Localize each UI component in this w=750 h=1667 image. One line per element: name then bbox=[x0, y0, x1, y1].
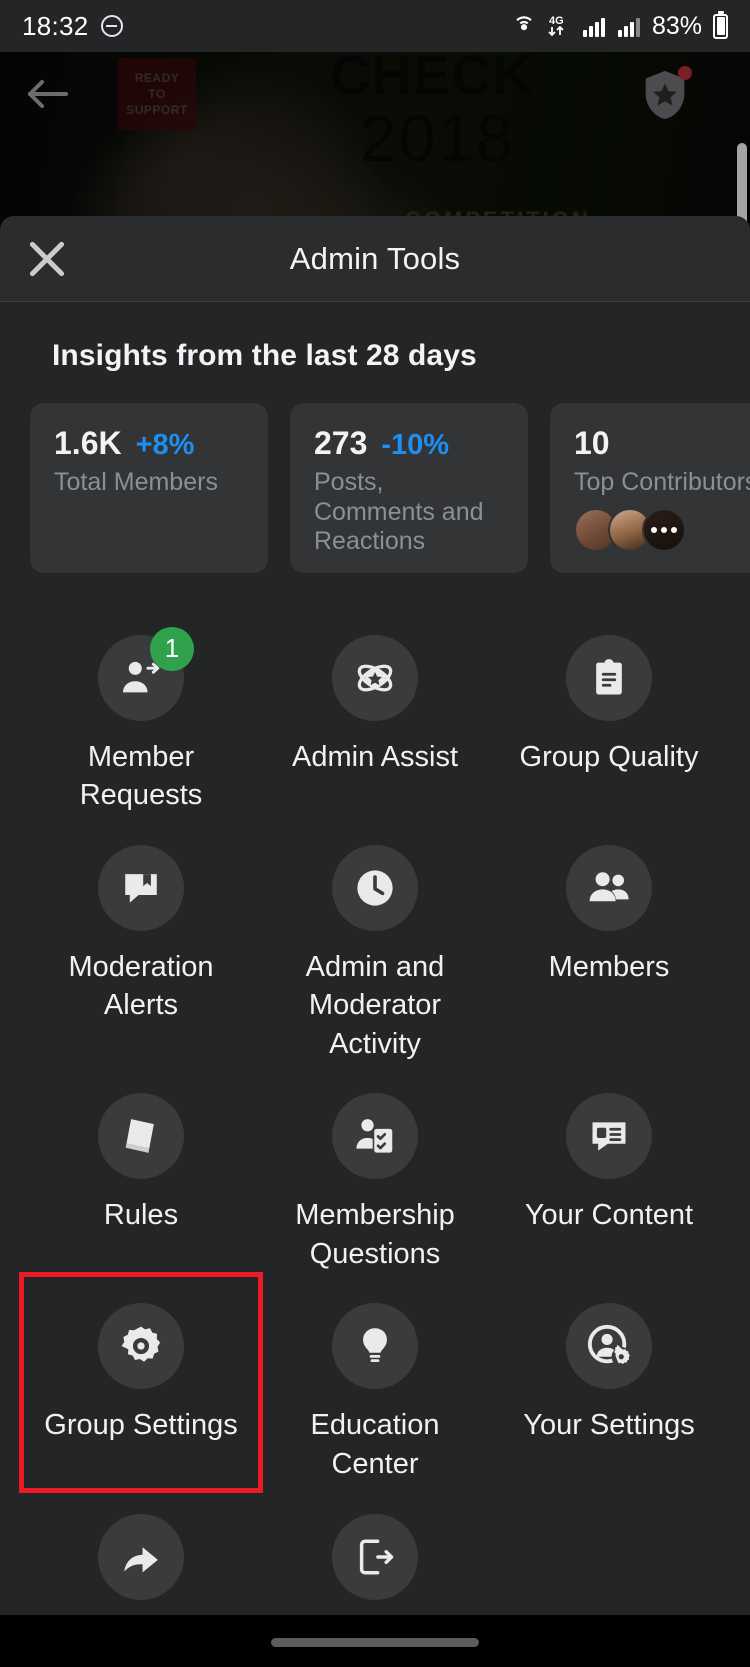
tool-moderation-alerts[interactable]: Moderation Alerts bbox=[24, 819, 258, 1068]
more-dots-icon bbox=[644, 510, 684, 550]
insight-value: 1.6K bbox=[54, 425, 122, 461]
insight-card-total-members[interactable]: 1.6K +8% Total Members bbox=[30, 403, 268, 573]
lightbulb-icon bbox=[332, 1303, 418, 1390]
tool-member-requests[interactable]: 1 Member Requests bbox=[24, 609, 258, 819]
battery-percent: 83% bbox=[651, 11, 702, 40]
admin-tools-sheet: Admin Tools Insights from the last 28 da… bbox=[0, 216, 750, 1660]
page-title: Admin Tools bbox=[289, 240, 461, 276]
person-gear-icon bbox=[566, 1303, 652, 1390]
tool-rules[interactable]: Rules bbox=[24, 1067, 258, 1277]
status-bar: 18:32 4G 83% bbox=[0, 0, 750, 52]
signal-bars-icon bbox=[582, 14, 608, 38]
insight-label: Total Members bbox=[54, 468, 218, 496]
admin-tools-grid: 1 Member Requests Admin Assist Group Qua… bbox=[0, 573, 750, 1660]
sheet-header: Admin Tools bbox=[0, 216, 750, 302]
insight-delta: -10% bbox=[381, 429, 450, 461]
insight-card-top-contributors[interactable]: 10 Top Contributors bbox=[550, 403, 750, 573]
comment-lines-icon bbox=[566, 1093, 652, 1180]
status-time: 18:32 bbox=[22, 10, 89, 41]
insight-label: Posts, Comments and Reactions bbox=[314, 468, 484, 555]
tool-label: Your Settings bbox=[523, 1409, 695, 1442]
tool-label: Members bbox=[548, 950, 670, 983]
tool-your-settings[interactable]: Your Settings bbox=[492, 1277, 726, 1487]
shield-notification-dot bbox=[678, 66, 692, 80]
insight-card-top: 273 -10% bbox=[314, 425, 506, 462]
tool-your-content[interactable]: Your Content bbox=[492, 1067, 726, 1277]
insights-heading: Insights from the last 28 days bbox=[52, 339, 477, 372]
clipboard-icon bbox=[566, 634, 652, 721]
tool-group-settings[interactable]: Group Settings bbox=[19, 1272, 263, 1493]
insight-delta: +8% bbox=[135, 429, 195, 461]
tool-label: Admin Assist bbox=[292, 740, 458, 773]
svg-text:4G: 4G bbox=[549, 15, 564, 27]
person-checklist-icon bbox=[332, 1093, 418, 1180]
tool-members[interactable]: Members bbox=[492, 819, 726, 1068]
contributor-avatars bbox=[574, 507, 750, 552]
leave-door-icon bbox=[332, 1513, 418, 1600]
tool-label: Your Content bbox=[524, 1199, 694, 1232]
insight-value: 273 bbox=[314, 425, 368, 461]
status-icons: 4G 83% bbox=[510, 10, 728, 41]
tool-admin-assist[interactable]: Admin Assist bbox=[258, 609, 492, 819]
clock-icon bbox=[332, 844, 418, 931]
tool-label: Admin and Moderator Activity bbox=[305, 950, 445, 1060]
do-not-disturb-icon bbox=[100, 15, 123, 37]
tool-education-center[interactable]: Education Center bbox=[258, 1277, 492, 1487]
tool-label: Member Requests bbox=[79, 740, 203, 812]
system-navigation-bar bbox=[0, 1615, 750, 1667]
hotspot-icon bbox=[510, 12, 538, 40]
signal-bars-secondary-icon bbox=[617, 14, 643, 38]
insight-value: 10 bbox=[574, 425, 610, 461]
insight-card-posts-comments-reactions[interactable]: 273 -10% Posts, Comments and Reactions bbox=[290, 403, 528, 573]
back-arrow-icon[interactable] bbox=[18, 70, 78, 118]
member-requests-badge: 1 bbox=[150, 626, 194, 671]
tool-label: Education Center bbox=[310, 1409, 440, 1480]
moderation-flag-icon bbox=[98, 844, 184, 931]
close-icon[interactable] bbox=[22, 234, 72, 284]
book-icon bbox=[98, 1093, 184, 1180]
share-arrow-icon bbox=[98, 1513, 184, 1600]
tool-label: Rules bbox=[103, 1199, 179, 1232]
home-indicator[interactable] bbox=[271, 1638, 479, 1647]
admin-assist-icon bbox=[332, 634, 418, 721]
tool-label: Group Quality bbox=[519, 740, 699, 773]
people-icon bbox=[566, 844, 652, 931]
tool-label: Membership Questions bbox=[295, 1199, 455, 1270]
gear-icon bbox=[98, 1303, 184, 1390]
battery-icon bbox=[713, 10, 728, 39]
tool-label: Group Settings bbox=[44, 1409, 238, 1442]
insights-card-list[interactable]: 1.6K +8% Total Members 273 -10% Posts, C… bbox=[0, 373, 750, 573]
insight-card-top: 1.6K +8% bbox=[54, 425, 246, 462]
insight-label: Top Contributors bbox=[574, 468, 750, 496]
tool-label: Moderation Alerts bbox=[68, 950, 214, 1022]
tool-membership-questions[interactable]: Membership Questions bbox=[258, 1067, 492, 1277]
tool-group-quality[interactable]: Group Quality bbox=[492, 609, 726, 819]
sheet-body: Insights from the last 28 days 1.6K +8% … bbox=[0, 302, 750, 1660]
avatar-more bbox=[642, 507, 686, 552]
network-type-icon: 4G bbox=[547, 12, 573, 40]
tool-admin-moderator-activity[interactable]: Admin and Moderator Activity bbox=[258, 819, 492, 1068]
insight-card-top: 10 bbox=[574, 425, 750, 462]
member-request-icon: 1 bbox=[98, 626, 194, 721]
phone-screen: 18:32 4G 83% Admin Tools Insights from t… bbox=[0, 0, 750, 1667]
